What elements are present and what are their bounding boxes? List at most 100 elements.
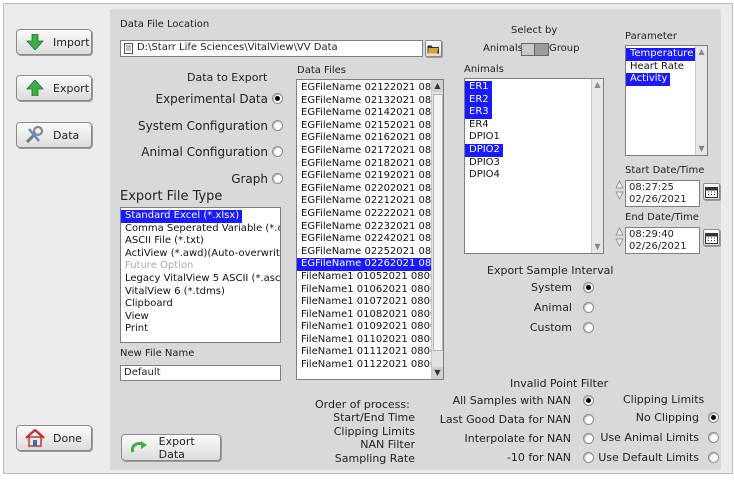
invalid-point-filter-option-radio[interactable] [583, 433, 594, 444]
data-file-location-path[interactable]: D:\Starr Life Sciences\VitalView\VV Data [120, 40, 423, 57]
data-to-export-option-radio[interactable] [272, 172, 283, 184]
animal-item[interactable]: DPIO1 [465, 131, 603, 144]
data-file-item[interactable]: FileName1 01062021 080044 [297, 284, 443, 297]
parameter-list[interactable]: Temperature Heart Rate Activity ▲ ▼ [625, 45, 708, 156]
animal-item[interactable]: DPIO4 [465, 169, 603, 182]
export-file-type-item[interactable]: Comma Seperated Variable (*.csv) [121, 223, 280, 236]
parameter-item[interactable]: Temperature [626, 48, 697, 61]
data-file-item[interactable]: EGFileName 02132021 082719 [297, 95, 443, 108]
export-data-button[interactable]: Export Data [121, 434, 221, 461]
new-file-name-input[interactable]: Default [120, 365, 281, 381]
clipping-limits-option-radio[interactable] [708, 412, 719, 423]
parameter-scroll-up[interactable]: ▲ [696, 46, 707, 58]
data-to-export-option-radio[interactable] [272, 119, 283, 131]
export-file-type-item[interactable]: Legacy VitalView 5 ASCII (*.asc) [121, 273, 280, 286]
arrow-up-icon [25, 80, 45, 96]
tools-icon [25, 126, 45, 144]
animal-item[interactable]: ER2 [465, 93, 492, 107]
export-file-type-item[interactable]: Print [121, 323, 280, 336]
end-datetime-field[interactable]: 08:29:40 02/26/2021 [625, 227, 700, 254]
export-file-type-item[interactable]: VitalView 6 (*.tdms) [121, 286, 280, 299]
animal-item[interactable]: ER1 [465, 81, 492, 94]
data-file-item[interactable]: EGFileName 02182021 082719 [297, 158, 443, 171]
data-button[interactable]: Data [16, 122, 92, 148]
data-file-item[interactable]: EGFileName 02142021 082719 [297, 107, 443, 120]
data-file-item[interactable]: EGFileName 02212021 082720 [297, 195, 443, 208]
export-file-type-item[interactable]: ActiView (*.awd)(Auto-overwrite) [121, 248, 280, 261]
animal-item[interactable]: ER4 [465, 119, 603, 132]
select-by-toggle[interactable] [521, 43, 549, 56]
invalid-point-filter-option-radio[interactable] [583, 395, 594, 406]
parameter-scrollbar[interactable]: ▲ ▼ [695, 46, 707, 155]
data-to-export-option-radio[interactable] [272, 93, 283, 104]
start-datetime-spinner[interactable] [615, 180, 624, 200]
clipping-limits-option-label: Use Animal Limits [600, 431, 699, 444]
data-file-item[interactable]: FileName1 01082021 080045 [297, 309, 443, 322]
clipping-limits-option-radio[interactable] [708, 432, 719, 443]
export-file-type-item[interactable]: Clipboard [121, 298, 280, 311]
scroll-up-arrow[interactable]: ▲ [432, 80, 443, 92]
animals-scroll-up[interactable]: ▲ [592, 79, 603, 91]
end-datetime-spinner[interactable] [615, 227, 624, 247]
start-datetime-field[interactable]: 08:27:25 02/26/2021 [625, 180, 700, 207]
sample-interval-option-radio[interactable] [583, 322, 594, 333]
export-file-type-list[interactable]: Standard Excel (*.xlsx) Comma Seperated V… [120, 207, 281, 343]
scroll-down-arrow[interactable]: ▼ [432, 367, 443, 379]
data-file-item[interactable]: EGFileName 02152021 082719 [297, 120, 443, 133]
data-file-item[interactable]: FileName1 01092021 080045 [297, 321, 443, 334]
data-file-item[interactable]: FileName1 01072021 080044 [297, 296, 443, 309]
sample-interval-option-label: Animal [533, 301, 572, 314]
animals-scrollbar[interactable]: ▲ ▼ [591, 79, 603, 253]
data-file-item[interactable]: EGFileName 02252021 082720 [297, 246, 443, 259]
data-file-item[interactable]: FileName1 01122021 080045 [297, 359, 443, 372]
done-button-label: Done [53, 431, 82, 445]
data-file-item[interactable]: EGFileName 02242021 082720 [297, 233, 443, 246]
export-file-type-item[interactable]: View [121, 311, 280, 324]
import-button-label: Import [53, 35, 90, 49]
data-file-item[interactable]: EGFileName 02222021 082720 [297, 208, 443, 221]
scroll-thumb[interactable] [433, 94, 443, 351]
data-file-item[interactable]: EGFileName 02232021 082720 [297, 221, 443, 234]
data-file-item[interactable]: EGFileName 02122021 082719 [297, 82, 443, 95]
end-time: 08:29:40 [629, 229, 674, 240]
data-file-item[interactable]: EGFileName 02192021 082720 [297, 170, 443, 183]
data-to-export-option-label: Experimental Data [155, 92, 269, 106]
parameter-scroll-down[interactable]: ▼ [696, 143, 707, 155]
end-calendar-button[interactable] [703, 229, 720, 246]
invalid-point-filter-option-radio[interactable] [583, 414, 594, 425]
animals-scroll-down[interactable]: ▼ [592, 241, 603, 253]
done-button[interactable]: Done [16, 425, 92, 451]
data-file-item[interactable]: EGFileName 02172021 082719 [297, 145, 443, 158]
browse-folder-button[interactable] [425, 40, 442, 57]
order-of-process-step: NAN Filter [360, 438, 415, 451]
sample-interval-option-radio[interactable] [583, 302, 594, 313]
parameter-item[interactable]: Activity [626, 73, 671, 86]
start-datetime-label: Start Date/Time [625, 165, 705, 176]
animal-item[interactable]: ER3 [465, 106, 492, 119]
home-icon [25, 429, 45, 447]
data-file-item[interactable]: FileName1 01102021 080045 [297, 334, 443, 347]
animal-item[interactable]: DPIO3 [465, 157, 603, 170]
sample-interval-option-radio[interactable] [583, 282, 594, 293]
data-file-location-label: Data File Location [120, 19, 210, 30]
path-icon [124, 43, 133, 59]
invalid-point-filter-option-radio[interactable] [583, 452, 594, 463]
data-file-item[interactable]: EGFileName 02262021 082720 [297, 258, 443, 271]
data-files-scrollbar[interactable]: ▲ ▼ [431, 80, 443, 379]
data-file-item[interactable]: EGFileName 02162021 082719 [297, 132, 443, 145]
export-file-type-item[interactable]: Standard Excel (*.xlsx) [121, 210, 243, 223]
import-button[interactable]: Import [16, 29, 92, 55]
data-file-item[interactable]: FileName1 01112021 080045 [297, 346, 443, 359]
data-file-item[interactable]: EGFileName 02202021 082720 [297, 183, 443, 196]
export-file-type-item[interactable]: ASCII File (*.txt) [121, 235, 280, 248]
clipping-limits-option-label: No Clipping [635, 411, 699, 424]
data-files-list[interactable]: EGFileName 02122021 082719 EGFileName 021… [296, 79, 444, 380]
export-button[interactable]: Export [16, 75, 92, 101]
clipping-limits-option-radio[interactable] [708, 452, 719, 463]
start-date: 02/26/2021 [629, 194, 687, 205]
start-calendar-button[interactable] [703, 183, 720, 200]
animals-list[interactable]: ER1 ER2 ER3 ER4 DPIO1 DPIO2 DPIO3 DPIO4 ▲ ▼ [464, 78, 604, 254]
animal-item[interactable]: DPIO2 [465, 143, 503, 157]
data-to-export-option-radio[interactable] [272, 146, 283, 157]
data-file-item[interactable]: FileName1 01052021 080044 [297, 271, 443, 284]
